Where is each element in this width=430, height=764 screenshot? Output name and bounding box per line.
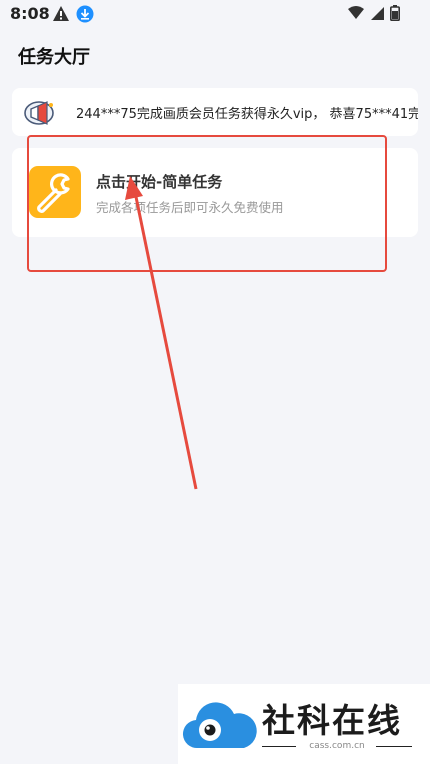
- cloud-eye-logo-icon: [182, 702, 257, 749]
- status-time: 8:08: [10, 4, 50, 23]
- signal-icon: [371, 6, 384, 20]
- watermark: 社科在线 cass.com.cn: [178, 684, 430, 764]
- watermark-divider: [376, 746, 412, 747]
- wifi-icon: [348, 6, 364, 19]
- page-title: 任务大厅: [18, 47, 90, 68]
- annotation-highlight-box: [27, 135, 387, 272]
- megaphone-icon: [24, 101, 54, 125]
- marquee-text: 244***75完成画质会员任务获得永久vip， 恭喜75***41完成: [76, 107, 418, 122]
- download-icon: [76, 5, 94, 23]
- marquee-notice: 244***75完成画质会员任务获得永久vip， 恭喜75***41完成: [12, 88, 418, 136]
- battery-icon: [390, 5, 400, 21]
- watermark-brand: 社科在线: [262, 701, 402, 740]
- alert-icon: [53, 6, 69, 21]
- status-bar: 8:08: [0, 0, 430, 30]
